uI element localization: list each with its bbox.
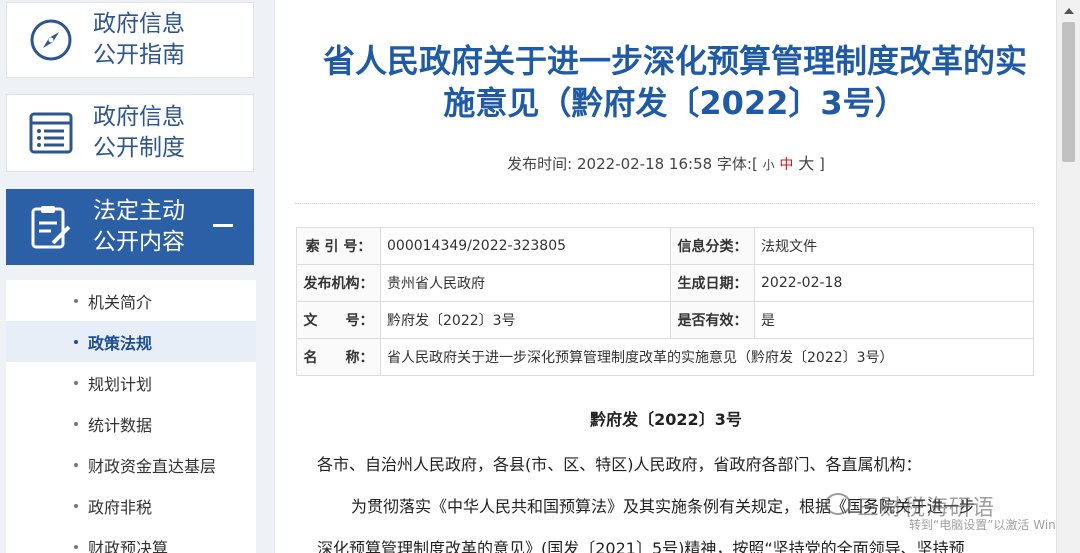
scrollbar-thumb[interactable]	[1062, 22, 1075, 162]
font-size-small-button[interactable]: 小	[763, 158, 775, 172]
menu-item-plans[interactable]: 规划计划	[6, 362, 256, 403]
info-table: 索 引 号： 000014349/2022-323805 信息分类： 法规文件 …	[296, 227, 1034, 376]
scroll-up-icon[interactable]	[1064, 8, 1074, 14]
collapse-icon[interactable]	[213, 224, 233, 227]
compass-icon	[23, 12, 79, 68]
document-number: 黔府发〔2022〕3号	[590, 410, 742, 429]
category-value: 法规文件	[754, 227, 1034, 265]
paragraph: 各市、自治州人民政府，各县(市、区、特区)人民政府，省政府各部门、各直属机构：	[317, 455, 922, 474]
publisher-value: 贵州省人民政府	[380, 264, 671, 302]
sidebar-submenu: 机关简介 政策法规 规划计划 统计数据 财政资金直达基层 政府非税 财政预决算	[6, 280, 256, 553]
divider	[295, 203, 1035, 204]
name-value: 省人民政府关于进一步深化预算管理制度改革的实施意见（黔府发〔2022〕3号）	[380, 338, 1034, 376]
card-label: 政府信息 公开制度	[93, 104, 185, 161]
page-title: 省人民政府关于进一步深化预算管理制度改革的实 施意见（黔府发〔2022〕3号）	[322, 42, 1027, 122]
menu-item-agency-intro[interactable]: 机关简介	[6, 280, 256, 321]
font-size-medium-button[interactable]: 中	[779, 157, 793, 173]
font-size-large-button[interactable]: 大	[798, 154, 814, 173]
card-disclosure-guide[interactable]: 政府信息 公开指南	[6, 2, 254, 78]
docno-value: 黔府发〔2022〕3号	[380, 301, 671, 339]
date-value: 2022-02-18	[754, 264, 1034, 302]
bullet-icon	[74, 299, 78, 303]
table-row: 发布机构： 贵州省人民政府 生成日期： 2022-02-18	[296, 264, 1034, 302]
edit-document-icon	[23, 199, 79, 255]
scrollbar[interactable]	[1056, 0, 1080, 553]
bullet-icon	[74, 381, 78, 385]
menu-item-non-tax[interactable]: 政府非税	[6, 485, 256, 526]
article-meta: 发布时间: 2022-02-18 16:58 字体:[ 小 中 大 ]	[507, 154, 825, 173]
bullet-icon	[74, 504, 78, 508]
index-number: 000014349/2022-323805	[380, 227, 671, 265]
card-disclosure-system[interactable]: 政府信息 公开制度	[6, 94, 254, 172]
card-label: 政府信息 公开指南	[93, 11, 185, 68]
menu-item-direct-funds[interactable]: 财政资金直达基层	[6, 444, 256, 485]
article-panel: 省人民政府关于进一步深化预算管理制度改革的实 施意见（黔府发〔2022〕3号） …	[274, 0, 1056, 553]
card-mandatory-disclosure[interactable]: 法定主动 公开内容	[6, 189, 254, 265]
menu-item-budget-final[interactable]: 财政预决算	[6, 526, 256, 553]
paragraph: 深化预算管理制度改革的意见》(国发〔2021〕5号)精神，按照“坚持党的全面领导…	[317, 539, 965, 553]
list-document-icon	[23, 105, 79, 161]
watermark-logo-icon	[825, 493, 851, 515]
table-row: 索 引 号： 000014349/2022-323805 信息分类： 法规文件	[296, 227, 1034, 265]
bullet-icon	[74, 340, 78, 344]
bullet-icon	[74, 545, 78, 549]
card-label: 法定主动 公开内容	[93, 198, 185, 255]
sidebar: 政府信息 公开指南 政府信息 公开制度 法定主动 公开内容 机关简介 政策法规 …	[0, 0, 262, 553]
publish-time: 2022-02-18 16:58	[576, 155, 713, 173]
valid-value: 是	[754, 301, 1034, 339]
menu-item-statistics[interactable]: 统计数据	[6, 403, 256, 444]
bullet-icon	[74, 422, 78, 426]
menu-item-policy-regulations[interactable]: 政策法规	[6, 321, 256, 362]
table-row: 名 称： 省人民政府关于进一步深化预算管理制度改革的实施意见（黔府发〔2022〕…	[296, 338, 1034, 376]
table-row: 文 号： 黔府发〔2022〕3号 是否有效： 是	[296, 301, 1034, 339]
activation-notice: 转到“电脑设置”以激活 Windows	[909, 518, 1056, 532]
bullet-icon	[74, 463, 78, 467]
